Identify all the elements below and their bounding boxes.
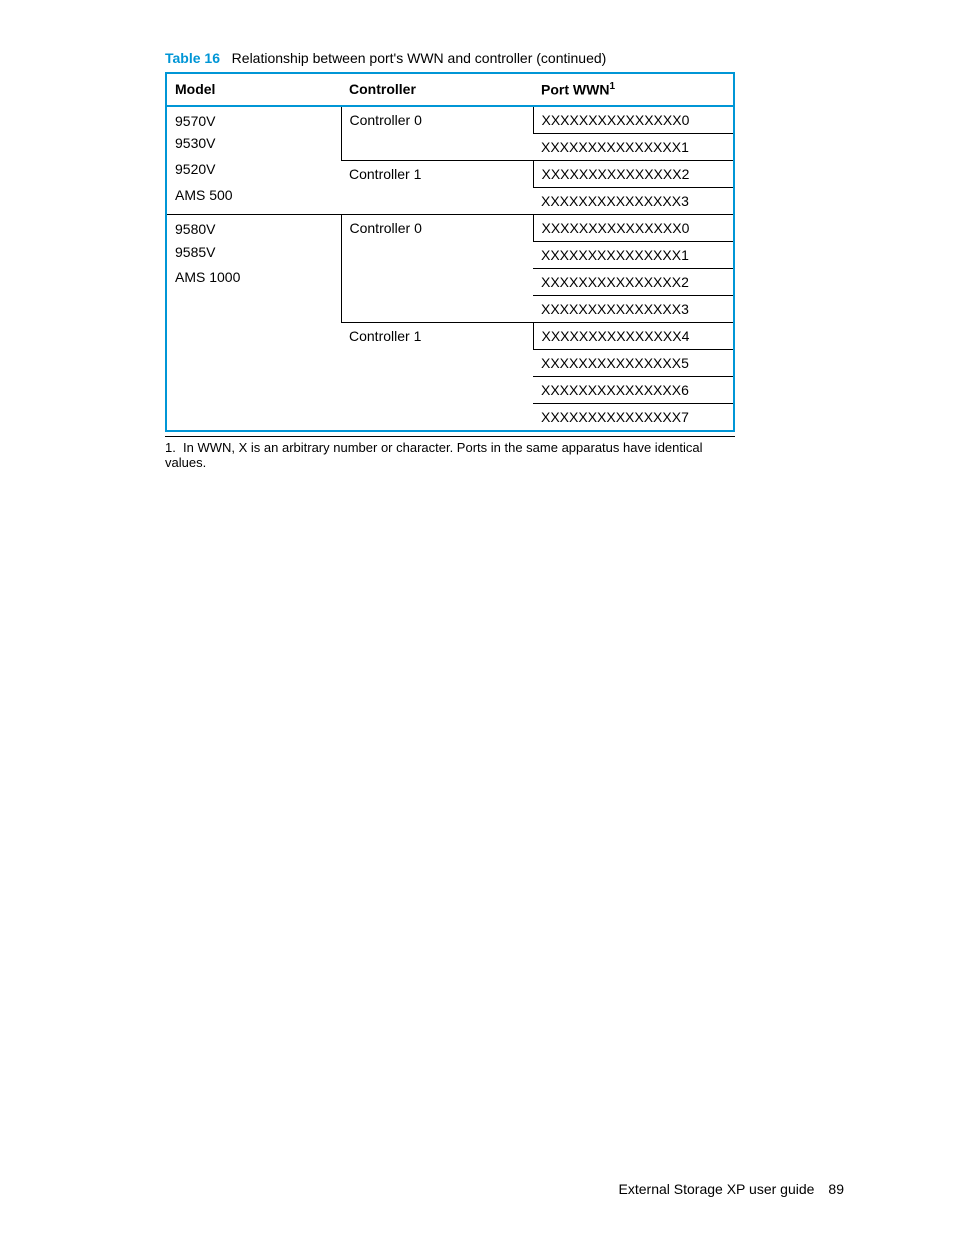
footnote-text: In WWN, X is an arbitrary number or char… [165,440,703,470]
controller-cell: Controller 1 [341,160,533,214]
wwn-cell: XXXXXXXXXXXXXXX2 [533,160,734,187]
wwn-cell: XXXXXXXXXXXXXXX0 [533,214,734,241]
table-title: Relationship between port's WWN and cont… [232,50,607,66]
model-value: 9530V [175,131,333,157]
model-cell: 9580V9585VAMS 1000 [166,214,341,431]
controller-cell: Controller 0 [341,214,533,322]
footnote-num: 1. [165,440,183,455]
footnote: 1.In WWN, X is an arbitrary number or ch… [165,436,735,470]
page-footer: External Storage XP user guide 89 [619,1181,844,1197]
model-value: AMS 1000 [175,265,333,291]
table-number: Table 16 [165,50,220,66]
wwn-cell: XXXXXXXXXXXXXXX7 [533,403,734,431]
table-row: 9570V9530V9520VAMS 500Controller 0XXXXXX… [166,106,734,134]
model-value: 9520V [175,157,333,183]
wwn-cell: XXXXXXXXXXXXXXX3 [533,187,734,214]
col-port-wwn-sup: 1 [609,81,615,92]
wwn-cell: XXXXXXXXXXXXXXX6 [533,376,734,403]
wwn-table: Model Controller Port WWN1 9570V9530V952… [165,72,735,432]
table-header-row: Model Controller Port WWN1 [166,73,734,106]
page: Table 16 Relationship between port's WWN… [0,0,954,1235]
page-number: 89 [828,1181,844,1197]
model-cell: 9570V9530V9520VAMS 500 [166,106,341,215]
col-model: Model [166,73,341,106]
footer-title: External Storage XP user guide [619,1181,815,1197]
table-caption: Table 16 Relationship between port's WWN… [165,50,844,66]
col-controller: Controller [341,73,533,106]
model-value: 9580V [175,220,333,240]
col-port-wwn: Port WWN1 [533,73,734,106]
col-port-wwn-text: Port WWN [541,82,609,98]
table-row: 9580V9585VAMS 1000Controller 0XXXXXXXXXX… [166,214,734,241]
controller-cell: Controller 0 [341,106,533,161]
model-value: 9570V [175,112,333,132]
model-value: 9585V [175,240,333,266]
model-value: AMS 500 [175,183,333,209]
controller-cell: Controller 1 [341,322,533,431]
wwn-cell: XXXXXXXXXXXXXXX4 [533,322,734,349]
wwn-cell: XXXXXXXXXXXXXXX2 [533,268,734,295]
wwn-cell: XXXXXXXXXXXXXXX0 [533,106,734,134]
wwn-cell: XXXXXXXXXXXXXXX1 [533,133,734,160]
wwn-cell: XXXXXXXXXXXXXXX5 [533,349,734,376]
wwn-cell: XXXXXXXXXXXXXXX1 [533,241,734,268]
wwn-cell: XXXXXXXXXXXXXXX3 [533,295,734,322]
